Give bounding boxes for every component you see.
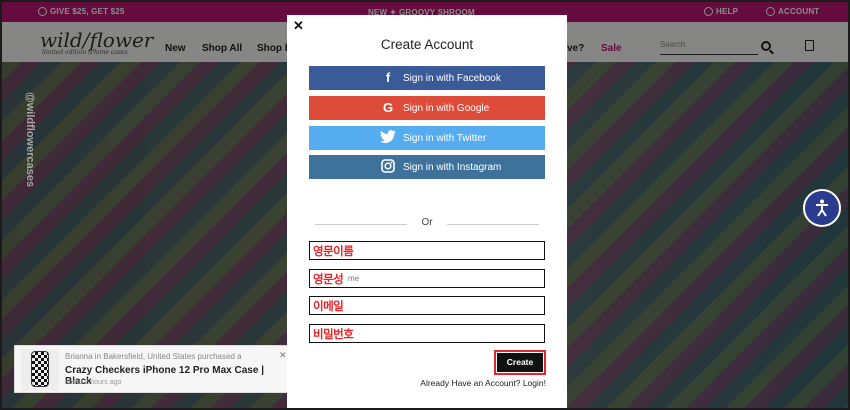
email-annotation: 이메일: [313, 299, 344, 313]
facebook-signin-button[interactable]: f Sign in with Facebook: [309, 66, 545, 90]
twitter-signin-label: Sign in with Twitter: [403, 133, 487, 144]
facebook-icon: f: [385, 70, 391, 85]
accessibility-button[interactable]: [803, 189, 841, 227]
create-account-modal: ✕ Create Account f Sign in with Facebook…: [287, 15, 567, 408]
modal-title: Create Account: [380, 37, 474, 52]
facebook-signin-label: Sign in with Facebook: [403, 73, 501, 84]
password-annotation: 비밀번호: [313, 327, 354, 341]
instagram-watermark: @wildflowercases: [24, 92, 36, 188]
create-button[interactable]: Create: [497, 353, 543, 372]
login-link[interactable]: Already Have an Account? Login!: [287, 378, 546, 388]
last-name-field[interactable]: 영문성: [309, 269, 545, 288]
product-thumbnail: [21, 349, 59, 391]
notification-buyer: Brianna in Bakersfield, United States pu…: [65, 352, 242, 361]
screen-frame: GIVE $25, GET $25 NEW ✦ GROOVY SHROOM HE…: [0, 0, 850, 410]
twitter-signin-button[interactable]: Sign in with Twitter: [309, 126, 545, 150]
password-field[interactable]: 비밀번호: [309, 324, 545, 343]
google-signin-label: Sign in with Google: [403, 103, 490, 114]
instagram-icon: [379, 159, 397, 175]
accessibility-icon: [816, 199, 828, 217]
notification-close-icon[interactable]: ✕: [279, 350, 287, 361]
google-signin-button[interactable]: G Sign in with Google: [309, 96, 545, 120]
first-name-annotation: 영문이름: [313, 244, 354, 258]
purchase-notification[interactable]: Brianna in Bakersfield, United States pu…: [14, 345, 292, 393]
phone-case-image: [31, 351, 49, 387]
close-icon[interactable]: ✕: [293, 18, 304, 34]
twitter-icon: [379, 130, 397, 146]
email-input[interactable]: [310, 297, 544, 314]
create-button-highlight: Create: [494, 350, 546, 375]
email-field[interactable]: 이메일: [309, 296, 545, 315]
last-name-annotation: 영문성: [313, 272, 344, 286]
instagram-signin-label: Sign in with Instagram: [403, 162, 502, 173]
last-name-input[interactable]: [310, 270, 544, 287]
notification-time: about 2 hours ago: [65, 379, 122, 386]
instagram-signin-button[interactable]: Sign in with Instagram: [309, 155, 545, 179]
google-icon: G: [382, 100, 394, 115]
first-name-field[interactable]: 영문이름: [309, 241, 545, 260]
or-divider: Or: [315, 217, 539, 231]
